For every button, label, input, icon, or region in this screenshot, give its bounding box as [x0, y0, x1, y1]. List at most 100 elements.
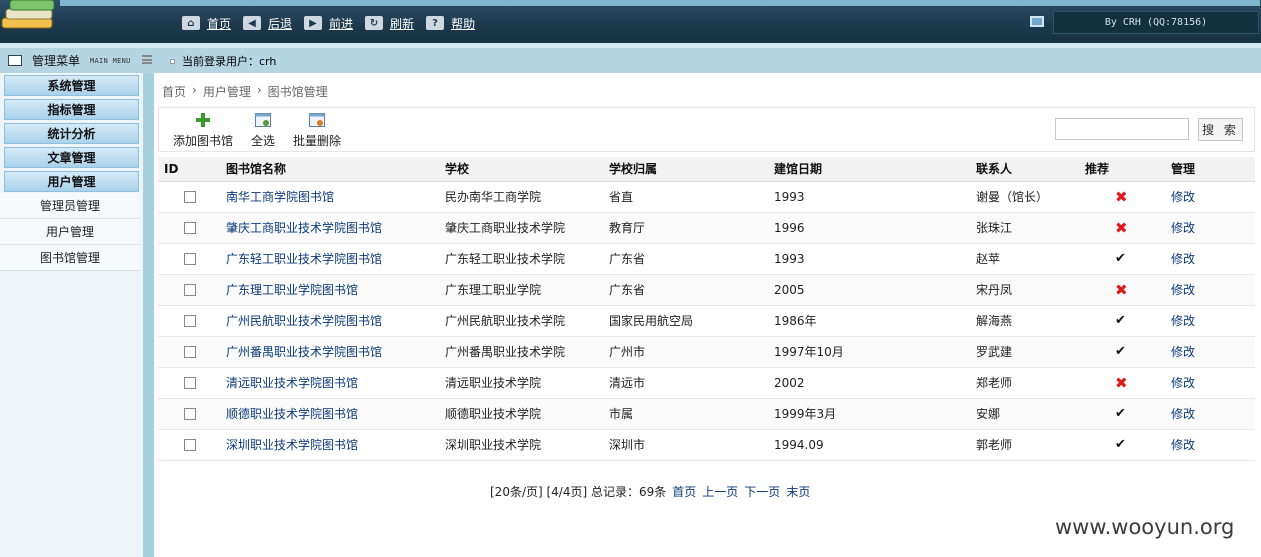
batch-delete-label: 批量删除 [293, 134, 342, 148]
breadcrumb-user-manage[interactable]: 用户管理 [203, 83, 251, 100]
row-edit-link-cell: 修改 [1165, 274, 1255, 306]
row-name[interactable]: 广州民航职业技术学院图书馆 [226, 314, 382, 328]
row-founded-cell: 1997年10月 [768, 336, 970, 368]
sidebar: 系统管理 指标管理 统计分析 文章管理 用户管理 管理员管理 用户管理 图书馆管… [0, 73, 154, 557]
sidebar-item-library-manage[interactable]: 图书馆管理 [0, 245, 140, 271]
breadcrumb-current: 图书馆管理 [267, 85, 328, 99]
row-name-cell: 顺德职业技术学院图书馆 [220, 398, 439, 430]
row-contact-cell: 安娜 [970, 398, 1079, 430]
row-founded: 1986年 [774, 314, 817, 328]
row-contact-cell: 罗武建 [970, 336, 1079, 368]
row-edit-link[interactable]: 修改 [1171, 376, 1195, 390]
pager-first[interactable]: 首页 [672, 483, 696, 500]
row-checkbox[interactable] [184, 408, 196, 420]
row-name[interactable]: 广东轻工职业技术学院图书馆 [226, 252, 382, 266]
row-edit-link[interactable]: 修改 [1171, 438, 1195, 452]
row-edit-link[interactable]: 修改 [1171, 314, 1195, 328]
row-contact: 郑老师 [976, 376, 1013, 390]
row-school-cell: 深圳职业技术学院 [439, 429, 603, 461]
check-icon[interactable]: ✔ [1115, 437, 1126, 452]
cross-icon[interactable]: ✖ [1115, 281, 1128, 299]
batch-delete-button[interactable]: 批量删除 [293, 112, 341, 149]
sidebar-category-indicator[interactable]: 指标管理 [4, 99, 139, 120]
library-table: ID 图书馆名称 学校 学校归属 建馆日期 联系人 推荐 管理 南华工商学院图书… [158, 157, 1255, 461]
row-select-cell [158, 429, 220, 461]
check-icon[interactable]: ✔ [1115, 344, 1126, 359]
row-affiliation: 教育厅 [609, 221, 646, 235]
row-affiliation-cell: 广州市 [603, 336, 768, 368]
header-name: 图书馆名称 [220, 157, 439, 182]
sidebar-item-user-manage[interactable]: 用户管理 [0, 219, 140, 245]
row-checkbox[interactable] [184, 191, 196, 203]
row-school: 广州民航职业技术学院 [445, 314, 566, 328]
check-icon[interactable]: ✔ [1115, 313, 1126, 328]
add-library-button[interactable]: 添加图书馆 [173, 112, 233, 149]
row-name[interactable]: 肇庆工商职业技术学院图书馆 [226, 221, 382, 235]
row-name[interactable]: 清远职业技术学院图书馆 [226, 376, 358, 390]
row-founded-cell: 1993 [768, 243, 970, 275]
search-button[interactable]: 搜 索 [1198, 118, 1243, 141]
nav-back-button[interactable]: ◀ 后退 [243, 15, 292, 32]
header-affiliation: 学校归属 [603, 157, 768, 182]
row-affiliation: 广东省 [609, 252, 646, 266]
row-founded: 1993 [774, 251, 805, 266]
nav-home-button[interactable]: ⌂ 首页 [182, 15, 231, 32]
row-school-cell: 清远职业技术学院 [439, 367, 603, 399]
row-name[interactable]: 广州番禺职业技术学院图书馆 [226, 345, 382, 359]
row-founded: 1999年3月 [774, 407, 837, 421]
nav-refresh-button[interactable]: ↻ 刷新 [365, 15, 414, 32]
header-school: 学校 [439, 157, 603, 182]
select-all-button[interactable]: 全选 [251, 112, 275, 149]
cross-icon[interactable]: ✖ [1115, 188, 1128, 206]
row-checkbox[interactable] [184, 284, 196, 296]
cross-icon[interactable]: ✖ [1115, 219, 1128, 237]
sidebar-category-users[interactable]: 用户管理 [4, 171, 139, 192]
row-edit-link[interactable]: 修改 [1171, 345, 1195, 359]
sidebar-category-statistics[interactable]: 统计分析 [4, 123, 139, 144]
pager-last[interactable]: 末页 [786, 483, 810, 500]
sidebar-item-admin-manage[interactable]: 管理员管理 [0, 193, 140, 219]
row-name[interactable]: 顺德职业技术学院图书馆 [226, 407, 358, 421]
sidebar-category-articles[interactable]: 文章管理 [4, 147, 139, 168]
row-edit-link[interactable]: 修改 [1171, 283, 1195, 297]
nav-forward-button[interactable]: ▶ 前进 [304, 15, 353, 32]
row-founded: 1994.09 [774, 437, 824, 452]
row-checkbox[interactable] [184, 377, 196, 389]
row-founded-cell: 1999年3月 [768, 398, 970, 430]
check-icon[interactable]: ✔ [1115, 406, 1126, 421]
row-school-cell: 广州民航职业技术学院 [439, 305, 603, 337]
row-school-cell: 民办南华工商学院 [439, 181, 603, 213]
row-checkbox[interactable] [184, 315, 196, 327]
header-founded: 建馆日期 [768, 157, 970, 182]
nav-back-label: 后退 [268, 16, 293, 31]
row-affiliation: 省直 [609, 190, 634, 204]
pager-prev[interactable]: 上一页 [702, 483, 738, 500]
row-edit-link-cell: 修改 [1165, 305, 1255, 337]
check-icon[interactable]: ✔ [1115, 251, 1126, 266]
row-checkbox[interactable] [184, 222, 196, 234]
row-name[interactable]: 深圳职业技术学院图书馆 [226, 438, 358, 452]
row-checkbox[interactable] [184, 253, 196, 265]
menu-toggle-icon[interactable] [142, 55, 152, 64]
row-name[interactable]: 南华工商学院图书馆 [226, 190, 334, 204]
row-edit-link[interactable]: 修改 [1171, 407, 1195, 421]
row-contact-cell: 谢曼（馆长） [970, 181, 1079, 213]
cross-icon[interactable]: ✖ [1115, 374, 1128, 392]
current-user-line: 当前登录用户：crh [170, 52, 276, 70]
search-input[interactable] [1055, 118, 1189, 140]
row-contact: 宋丹凤 [976, 283, 1013, 297]
row-affiliation: 广东省 [609, 283, 646, 297]
row-edit-link[interactable]: 修改 [1171, 221, 1195, 235]
pager-next[interactable]: 下一页 [744, 483, 780, 500]
sidebar-category-system[interactable]: 系统管理 [4, 75, 139, 96]
row-school: 深圳职业技术学院 [445, 438, 542, 452]
row-checkbox[interactable] [184, 346, 196, 358]
row-edit-link[interactable]: 修改 [1171, 190, 1195, 204]
nav-help-button[interactable]: ? 帮助 [426, 15, 475, 32]
refresh-icon: ↻ [365, 16, 384, 30]
row-edit-link[interactable]: 修改 [1171, 252, 1195, 266]
row-checkbox[interactable] [184, 439, 196, 451]
table-row: 广州番禺职业技术学院图书馆 广州番禺职业技术学院 广州市 1997年10月 罗武建 ✔ 修改 [158, 336, 1255, 368]
row-name[interactable]: 广东理工职业学院图书馆 [226, 283, 358, 297]
breadcrumb-home[interactable]: 首页 [162, 83, 186, 100]
